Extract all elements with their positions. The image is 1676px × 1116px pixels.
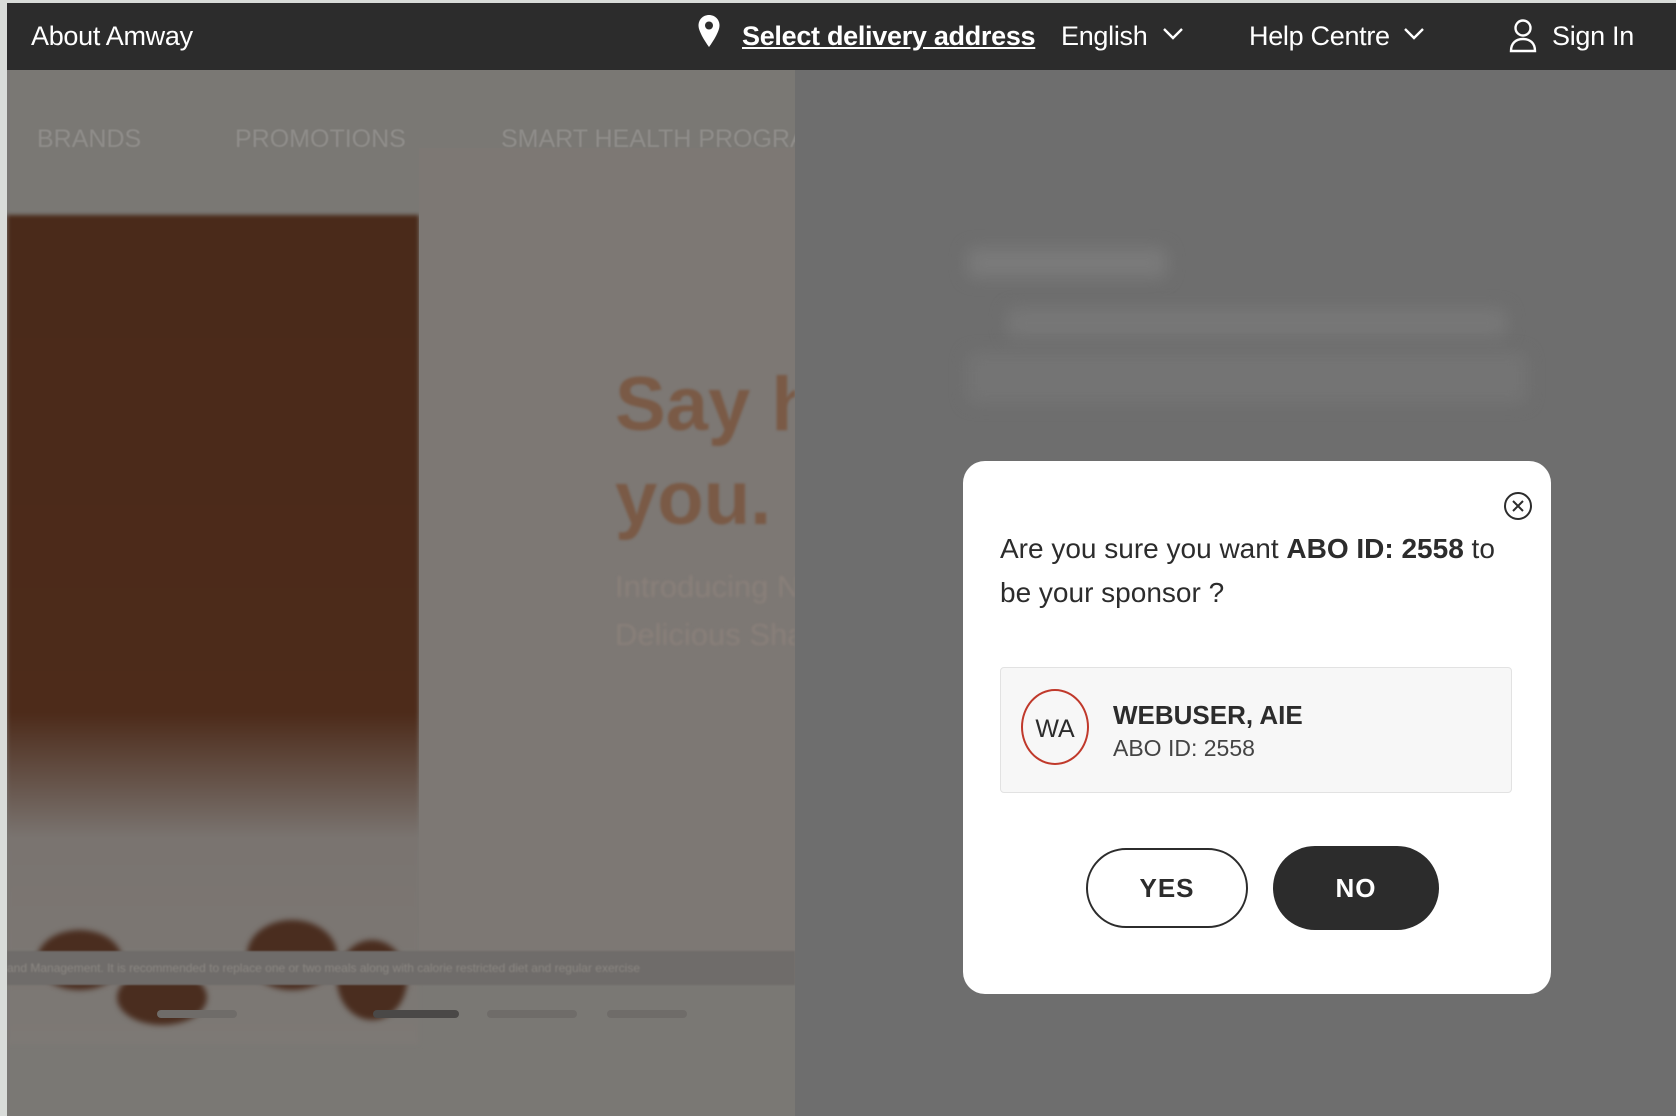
confirm-question: Are you sure you want ABO ID: 2558 to be… [1000, 527, 1510, 615]
nav-brands: BRANDS [37, 125, 142, 153]
sponsor-confirm-dialog: Are you sure you want ABO ID: 2558 to be… [963, 461, 1551, 994]
sponsor-abo-id: ABO ID: 2558 [1113, 735, 1255, 761]
page-frame: About Amway Select delivery address Engl… [7, 3, 1676, 1116]
hero-disclaimer: and Management. It is recommended to rep… [7, 951, 795, 985]
background-blur-block [967, 353, 1527, 403]
language-selector[interactable]: English [1061, 21, 1148, 52]
close-icon [1503, 492, 1533, 524]
top-utility-bar: About Amway Select delivery address Engl… [7, 3, 1676, 70]
sign-in-link[interactable]: Sign In [1552, 21, 1634, 52]
question-abo-id: ABO ID: 2558 [1286, 533, 1464, 564]
carousel-dot [157, 1010, 237, 1018]
sponsor-card: WA WEBUSER, AIE ABO ID: 2558 [1000, 667, 1512, 793]
carousel-dot-active [373, 1010, 459, 1018]
help-centre-menu[interactable]: Help Centre [1249, 21, 1390, 52]
hero-headline-line: you. [615, 456, 772, 541]
select-delivery-address-link[interactable]: Select delivery address [742, 21, 1036, 52]
chevron-down-icon [1403, 27, 1425, 46]
yes-button[interactable]: YES [1086, 848, 1248, 928]
carousel-dot [487, 1010, 577, 1018]
question-text: Are you sure you want [1000, 533, 1287, 564]
no-button[interactable]: NO [1273, 846, 1439, 930]
close-dialog-button[interactable] [1503, 491, 1533, 521]
sponsor-name: WEBUSER, AIE [1113, 700, 1303, 730]
location-pin-icon [697, 14, 721, 53]
hero-headline-line: Say h [615, 362, 795, 447]
user-icon [1508, 18, 1538, 59]
nav-promotions: PROMOTIONS [235, 125, 406, 153]
hero-subtext-line: Introducing N [615, 569, 795, 604]
background-blur-block [1007, 308, 1507, 338]
background-blur-block [967, 248, 1167, 278]
hero-headline: Say h you. [615, 358, 795, 546]
hero-subtext: Introducing N Delicious Sha [615, 563, 795, 659]
hero-subtext-line: Delicious Sha [615, 617, 795, 652]
carousel-dot [607, 1010, 687, 1018]
hero-image [7, 215, 419, 1045]
chevron-down-icon [1162, 27, 1184, 46]
avatar: WA [1021, 689, 1089, 765]
about-amway-link[interactable]: About Amway [31, 21, 193, 52]
